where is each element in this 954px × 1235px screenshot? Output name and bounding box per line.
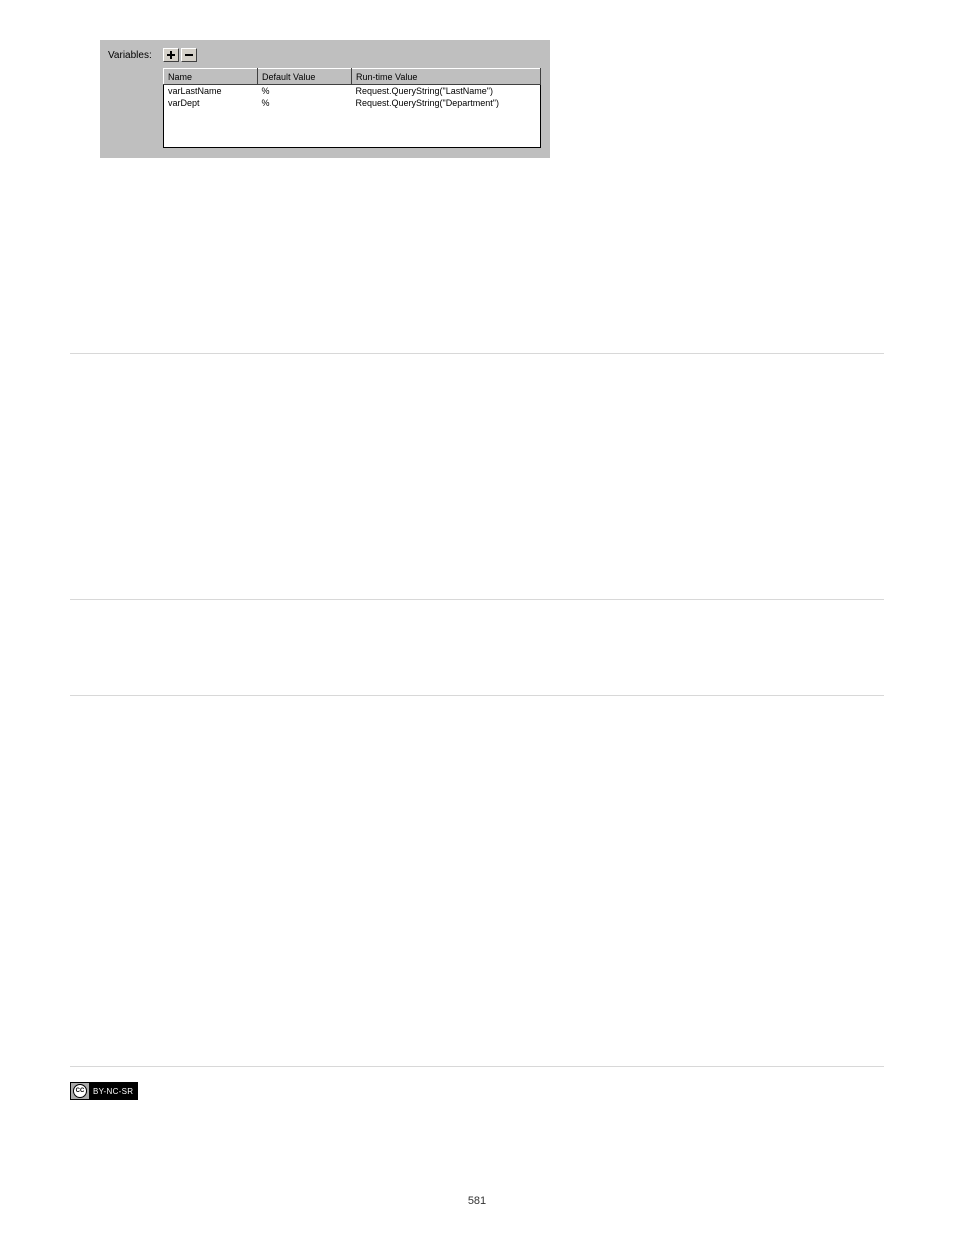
cell-default: % [258, 97, 352, 109]
table-header-row: Name Default Value Run-time Value [164, 69, 541, 85]
page-number: 581 [0, 1195, 954, 1207]
table-row[interactable]: varDept % Request.QueryString("Departmen… [164, 97, 541, 109]
plus-icon [167, 48, 175, 62]
license-badge: CC BY-NC-SR [70, 1082, 138, 1100]
col-default-header[interactable]: Default Value [258, 69, 352, 85]
table-empty-space [164, 109, 541, 148]
cell-name: varLastName [164, 85, 258, 98]
cell-default: % [258, 85, 352, 98]
cc-icon: CC [71, 1083, 89, 1099]
add-variable-button[interactable] [163, 48, 179, 62]
license-text: BY-NC-SR [89, 1083, 137, 1099]
variables-table[interactable]: Name Default Value Run-time Value varLas… [163, 68, 541, 148]
table-row[interactable]: varLastName % Request.QueryString("LastN… [164, 85, 541, 98]
remove-variable-button[interactable] [181, 48, 197, 62]
cell-runtime: Request.QueryString("Department") [352, 97, 541, 109]
minus-icon [185, 48, 193, 62]
variables-label: Variables: [108, 48, 163, 61]
col-name-header[interactable]: Name [164, 69, 258, 85]
col-runtime-header[interactable]: Run-time Value [352, 69, 541, 85]
cell-name: varDept [164, 97, 258, 109]
variables-panel: Variables: Name Def [100, 40, 550, 158]
cell-runtime: Request.QueryString("LastName") [352, 85, 541, 98]
